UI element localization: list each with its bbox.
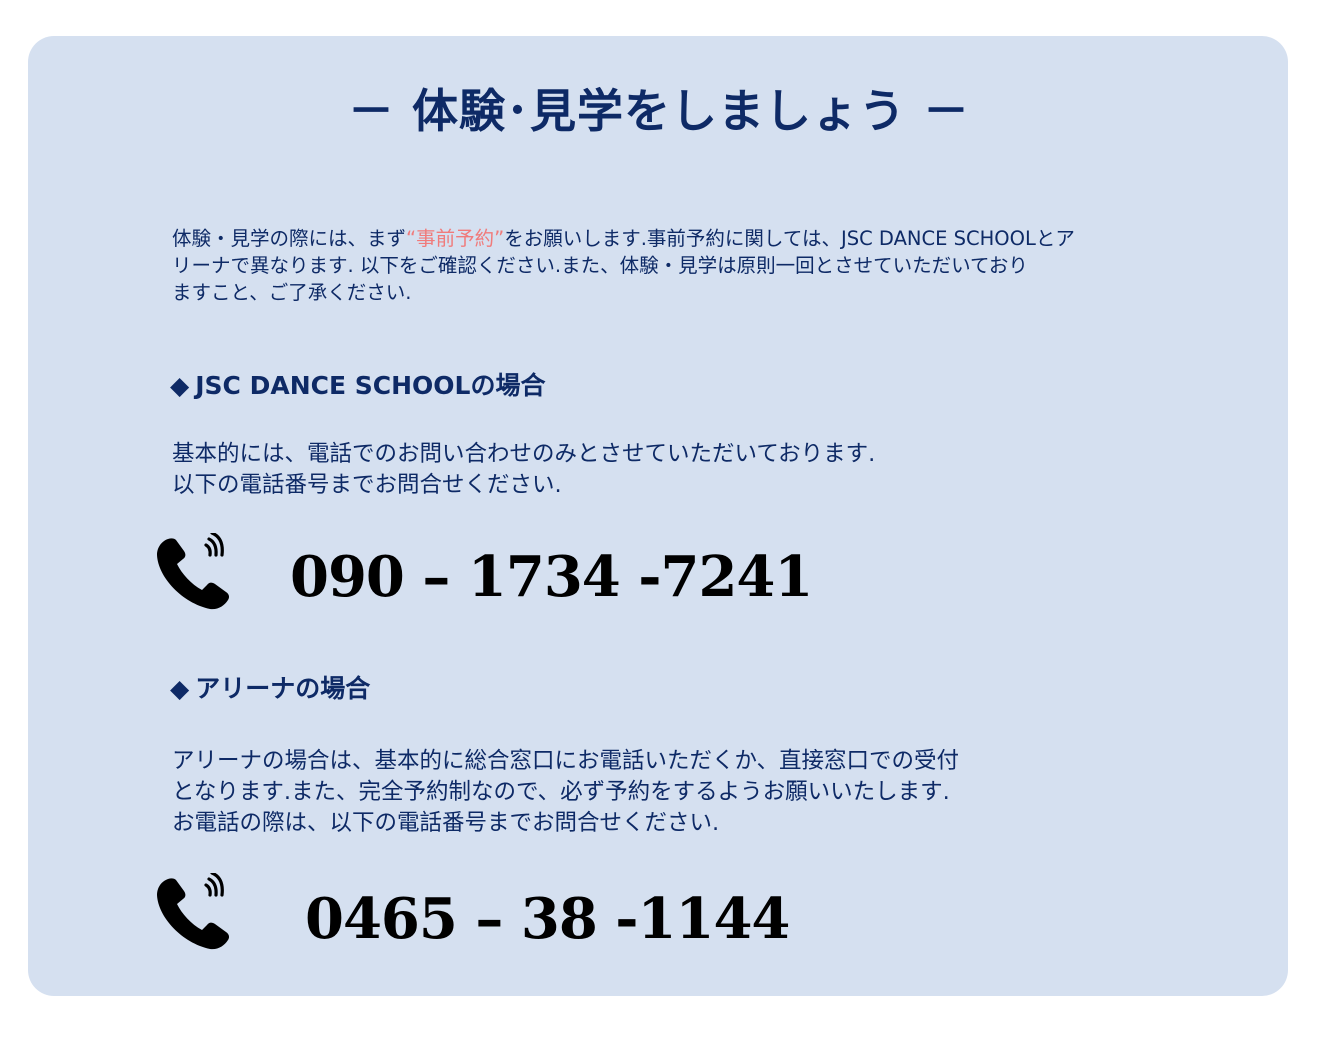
page-title: － 体験･見学をしましょう － xyxy=(347,84,971,138)
arena-phone-number[interactable]: 0465 – 38 -1144 xyxy=(305,884,790,954)
diamond-bullet-icon: ◆ xyxy=(170,371,190,400)
intro-line-2: リーナで異なります. 以下をご確認ください.また、体験・見学は原則一回とさせてい… xyxy=(172,254,1028,277)
arena-heading-text: アリーナの場合 xyxy=(195,674,371,703)
phone-icon xyxy=(157,533,230,610)
diamond-bullet-icon: ◆ xyxy=(170,674,190,703)
arena-description-line: となります.また、完全予約制なので、必ず予約をするようお願いいたします. xyxy=(172,779,950,805)
school-description: 基本的には、電話でのお問い合わせのみとさせていただいております. 以下の電話番号… xyxy=(172,439,875,501)
intro-line-3: ますこと、ご了承ください. xyxy=(172,281,412,304)
info-panel xyxy=(28,36,1288,996)
reservation-highlight: “事前予約” xyxy=(406,227,505,250)
arena-description: アリーナの場合は、基本的に総合窓口にお電話いただくか、直接窓口での受付 となりま… xyxy=(172,746,959,839)
arena-description-line: お電話の際は、以下の電話番号までお問合せください. xyxy=(172,810,720,836)
school-section-heading: ◆ JSC DANCE SCHOOLの場合 xyxy=(170,366,545,402)
school-phone-number[interactable]: 090 – 1734 -7241 xyxy=(290,542,813,612)
school-description-line: 基本的には、電話でのお問い合わせのみとさせていただいております. xyxy=(172,441,876,467)
school-heading-text: JSC DANCE SCHOOLの場合 xyxy=(195,371,546,400)
school-description-line: 以下の電話番号までお問合せください. xyxy=(172,472,562,498)
intro-text-after: をお願いします.事前予約に関しては、JSC DANCE SCHOOLとア xyxy=(504,227,1075,250)
arena-section-heading: ◆ アリーナの場合 xyxy=(170,669,370,705)
arena-description-line: アリーナの場合は、基本的に総合窓口にお電話いただくか、直接窓口での受付 xyxy=(172,748,960,774)
phone-icon xyxy=(157,873,230,950)
intro-text-before: 体験・見学の際には、まず xyxy=(172,227,407,250)
intro-paragraph: 体験・見学の際には、まず“事前予約”をお願いします.事前予約に関しては、JSC … xyxy=(172,225,1152,306)
